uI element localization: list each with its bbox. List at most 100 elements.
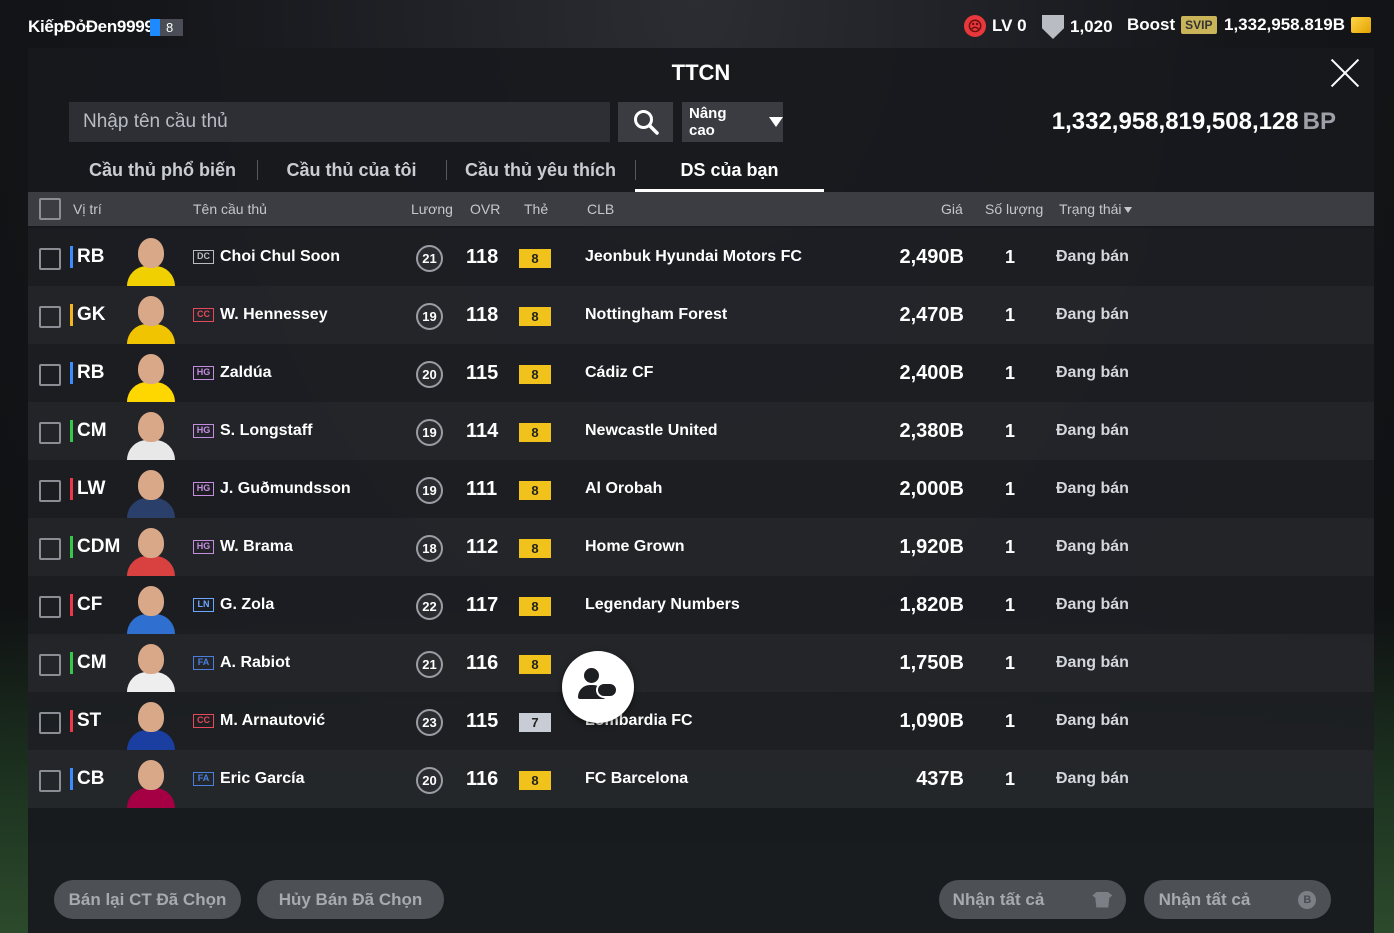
row-checkbox[interactable] — [39, 364, 61, 386]
player-name[interactable]: Zaldúa — [220, 364, 272, 382]
receive-all-bp-button[interactable]: Nhận tất cả B — [1144, 880, 1331, 919]
quantity-value: 1 — [1005, 363, 1016, 383]
price-value: 2,400B — [899, 362, 965, 384]
user-level-badge: 8 — [150, 18, 184, 37]
advanced-dropdown[interactable]: Nâng cao — [682, 102, 783, 142]
player-name[interactable]: W. Hennessey — [220, 306, 328, 324]
player-name[interactable]: Eric García — [220, 770, 305, 788]
tab-my-players[interactable]: Cầu thủ của tôi — [257, 150, 446, 190]
panel-title: TTCN — [671, 60, 731, 85]
currency-value: 1,332,958.819B — [1224, 15, 1345, 34]
quantity-value: 1 — [1005, 479, 1016, 499]
table-row[interactable]: ST CC M. Arnautović 23 115 7 Lombardia FC 1,090… — [28, 692, 1374, 750]
season-badge: HG — [193, 366, 214, 380]
position-label: GK — [70, 304, 106, 326]
card-level: 8 — [519, 365, 551, 384]
player-avatar — [125, 756, 177, 808]
player-avatar — [125, 408, 177, 460]
search-input[interactable] — [69, 102, 610, 142]
salary-badge: 18 — [416, 535, 443, 562]
season-badge: FA — [193, 772, 214, 786]
table-row[interactable]: RB HG Zaldúa 20 115 8 Cádiz CF 2,400B 1 Đang bán — [28, 344, 1374, 402]
player-name[interactable]: J. Guðmundsson — [220, 480, 351, 498]
tab-popular-players[interactable]: Cầu thủ phổ biến — [68, 150, 257, 190]
lv-stat[interactable]: ☹ LV 0 — [964, 15, 1027, 37]
cancel-sale-button[interactable]: Hủy Bán Đã Chọn — [257, 880, 444, 919]
status-label: Đang bán — [1056, 422, 1129, 439]
row-checkbox[interactable] — [39, 654, 61, 676]
club-name: Newcastle United — [585, 422, 718, 439]
player-name[interactable]: Choi Chul Soon — [220, 248, 340, 266]
status-label: Đang bán — [1056, 654, 1129, 671]
header-salary[interactable]: Lương — [411, 201, 453, 217]
quantity-value: 1 — [1005, 769, 1016, 789]
season-badge: HG — [193, 540, 214, 554]
price-value: 2,490B — [899, 246, 965, 268]
table-row[interactable]: CB FA Eric García 20 116 8 FC Barcelona 437B 1 Đa… — [28, 750, 1374, 808]
position-label: ST — [70, 710, 101, 732]
table-row[interactable]: GK CC W. Hennessey 19 118 8 Nottingham Forest 2… — [28, 286, 1374, 344]
table-row[interactable]: CF LN G. Zola 22 117 8 Legendary Numbers 1,820B… — [28, 576, 1374, 634]
row-checkbox[interactable] — [39, 770, 61, 792]
price-value: 1,090B — [899, 710, 965, 732]
row-checkbox[interactable] — [39, 248, 61, 270]
tab-your-list[interactable]: DS của bạn — [635, 150, 824, 192]
player-name[interactable]: W. Brama — [220, 538, 293, 556]
table-row[interactable]: CDM HG W. Brama 18 112 8 Home Grown 1,920B 1 Đang… — [28, 518, 1374, 576]
table-row[interactable]: LW HG J. Guðmundsson 19 111 8 Al Orobah 2,000B 1… — [28, 460, 1374, 518]
price-value: 2,380B — [899, 420, 965, 442]
player-avatar — [125, 466, 177, 518]
club-name: FC Barcelona — [585, 770, 689, 787]
table-row[interactable]: RB DC Choi Chul Soon 21 118 8 Jeonbuk Hyundai … — [28, 228, 1374, 286]
player-avatar — [125, 640, 177, 692]
header-ovr[interactable]: OVR — [470, 201, 500, 217]
currency-stat[interactable]: 1,332,958.819B — [1224, 15, 1371, 35]
quantity-value: 1 — [1005, 653, 1016, 673]
player-name[interactable]: M. Arnautović — [220, 712, 325, 730]
cancel-sale-label: Hủy Bán Đã Chọn — [278, 889, 423, 909]
header-name[interactable]: Tên cầu thủ — [193, 201, 267, 217]
player-name[interactable]: G. Zola — [220, 596, 274, 614]
player-name[interactable]: S. Longstaff — [220, 422, 312, 440]
position-label: CDM — [70, 536, 120, 558]
player-name[interactable]: A. Rabiot — [220, 654, 290, 672]
status-label: Đang bán — [1056, 248, 1129, 265]
club-name: Legendary Numbers — [585, 596, 740, 613]
header-position[interactable]: Vị trí — [73, 201, 102, 217]
row-checkbox[interactable] — [39, 480, 61, 502]
header-quantity[interactable]: Số lượng — [985, 201, 1043, 217]
header-price[interactable]: Giá — [941, 201, 963, 217]
player-list: RB DC Choi Chul Soon 21 118 8 Jeonbuk Hyundai … — [28, 228, 1374, 808]
club-name: Nottingham Forest — [585, 306, 728, 323]
row-checkbox[interactable] — [39, 538, 61, 560]
header-club[interactable]: CLB — [587, 201, 614, 217]
shield-stat[interactable]: 1,020 — [1042, 15, 1113, 39]
header-card[interactable]: Thẻ — [524, 201, 548, 217]
boost-stat[interactable]: Boost SVIP — [1127, 15, 1217, 35]
status-label: Đang bán — [1056, 364, 1129, 381]
boost-label: Boost — [1127, 15, 1176, 34]
table-row[interactable]: CM HG S. Longstaff 19 114 8 Newcastle United 2,… — [28, 402, 1374, 460]
row-checkbox[interactable] — [39, 306, 61, 328]
table-row[interactable]: CM FA A. Rabiot 21 116 8 1,750B 1 Đang bán — [28, 634, 1374, 692]
row-checkbox[interactable] — [39, 712, 61, 734]
row-checkbox[interactable] — [39, 596, 61, 618]
resell-selected-button[interactable]: Bán lại CT Đã Chọn — [54, 880, 241, 919]
ovr-value: 111 — [466, 478, 498, 500]
row-checkbox[interactable] — [39, 422, 61, 444]
tab-bar: Cầu thủ phổ biến Cầu thủ của tôi Cầu thủ… — [68, 150, 824, 192]
quantity-value: 1 — [1005, 305, 1016, 325]
select-all-checkbox[interactable] — [39, 198, 61, 220]
ovr-value: 116 — [466, 652, 499, 674]
person-chat-icon — [584, 668, 599, 683]
price-value: 437B — [916, 768, 964, 790]
chat-support-button[interactable] — [562, 651, 634, 723]
search-button[interactable] — [618, 102, 673, 142]
price-value: 2,470B — [899, 304, 965, 326]
position-label: CB — [70, 768, 104, 790]
header-status[interactable]: Trạng thái — [1059, 201, 1132, 217]
tab-favorite-players[interactable]: Cầu thủ yêu thích — [446, 150, 635, 190]
close-icon[interactable] — [1328, 56, 1362, 90]
status-label: Đang bán — [1056, 306, 1129, 323]
receive-all-players-button[interactable]: Nhận tất cả — [939, 880, 1126, 919]
